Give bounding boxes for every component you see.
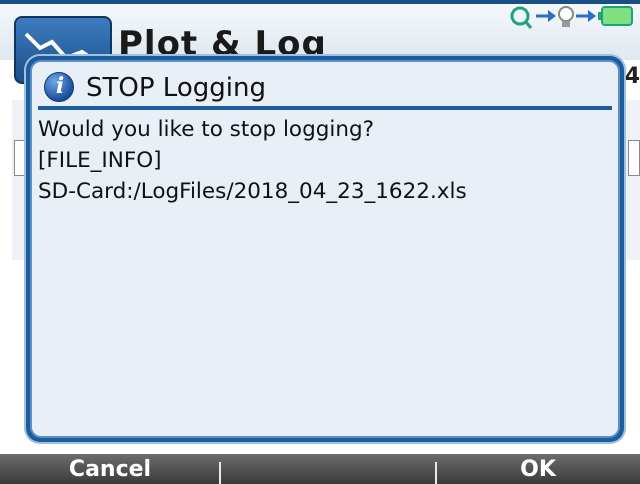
- dialog-message: Would you like to stop logging? [FILE_IN…: [38, 114, 467, 207]
- stop-logging-dialog: i STOP Logging Would you like to stop lo…: [26, 56, 624, 442]
- cancel-button[interactable]: Cancel: [0, 454, 220, 484]
- title-divider: [38, 106, 612, 110]
- status-icons: [506, 4, 636, 32]
- dialog-title: STOP Logging: [86, 73, 266, 103]
- bulb-icon: [558, 6, 574, 27]
- middle-softkey[interactable]: [220, 454, 436, 484]
- search-status-icon: [510, 6, 533, 29]
- message-line: [FILE_INFO]: [38, 148, 162, 173]
- transfer-arrow-icon: [536, 10, 556, 22]
- battery-icon: [598, 6, 633, 26]
- arrow-icon: [576, 10, 596, 22]
- ok-button[interactable]: OK: [436, 454, 640, 484]
- info-icon: i: [44, 72, 74, 102]
- background-label: 4: [624, 64, 640, 89]
- message-line: Would you like to stop logging?: [38, 117, 375, 142]
- softkey-bar: Cancel OK: [0, 454, 640, 484]
- background-field-right: [628, 140, 640, 176]
- message-line: SD-Card:/LogFiles/2018_04_23_1622.xls: [38, 179, 467, 204]
- dialog-body: i STOP Logging Would you like to stop lo…: [30, 60, 620, 438]
